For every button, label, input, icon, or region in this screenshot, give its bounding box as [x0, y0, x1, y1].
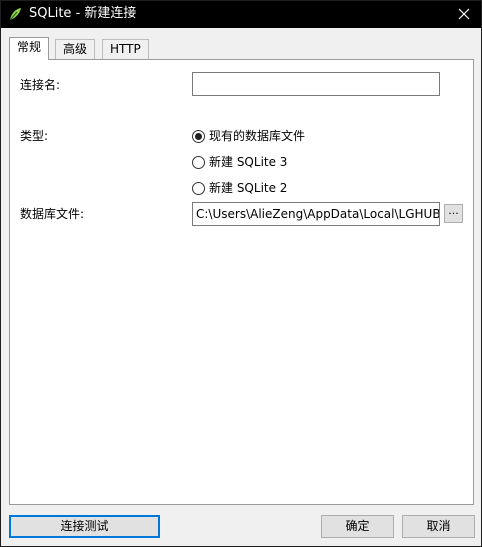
close-button[interactable] [453, 4, 475, 24]
db-file-input[interactable]: C:\Users\AlieZeng\AppData\Local\LGHUB\ [192, 202, 440, 226]
radio-indicator[interactable] [192, 129, 205, 143]
radio-label: 新建 SQLite 2 [209, 181, 288, 195]
test-connection-button[interactable]: 连接测试 [9, 515, 160, 538]
browse-button[interactable]: ... [444, 204, 463, 223]
tab-http[interactable]: HTTP [102, 39, 149, 59]
dialog-window: SQLite - 新建连接 常规 高级 HTTP 连接名: 类型: 现有的数据库… [0, 0, 482, 547]
radio-indicator[interactable] [192, 181, 205, 195]
window-title: SQLite - 新建连接 [29, 6, 137, 21]
radio-new-sqlite3[interactable]: 新建 SQLite 3 [192, 154, 287, 170]
radio-label: 现有的数据库文件 [209, 129, 306, 143]
db-file-label: 数据库文件: [20, 207, 85, 221]
type-label: 类型: [20, 129, 49, 143]
title-bar[interactable]: SQLite - 新建连接 [1, 1, 481, 28]
radio-indicator[interactable] [192, 155, 205, 169]
close-icon [458, 8, 470, 20]
ok-button[interactable]: 确定 [321, 515, 394, 538]
connection-name-input[interactable] [192, 72, 440, 96]
radio-label: 新建 SQLite 3 [209, 155, 288, 169]
radio-new-sqlite2[interactable]: 新建 SQLite 2 [192, 180, 287, 196]
cancel-button[interactable]: 取消 [402, 515, 475, 538]
feather-icon [9, 8, 21, 21]
tab-advanced[interactable]: 高级 [55, 39, 96, 59]
tab-panel-general: 连接名: 类型: 现有的数据库文件 新建 SQLite 3 新建 SQLite … [9, 59, 474, 505]
radio-existing-db-file[interactable]: 现有的数据库文件 [192, 128, 305, 144]
connection-name-label: 连接名: [20, 78, 61, 92]
tab-general[interactable]: 常规 [9, 37, 50, 60]
